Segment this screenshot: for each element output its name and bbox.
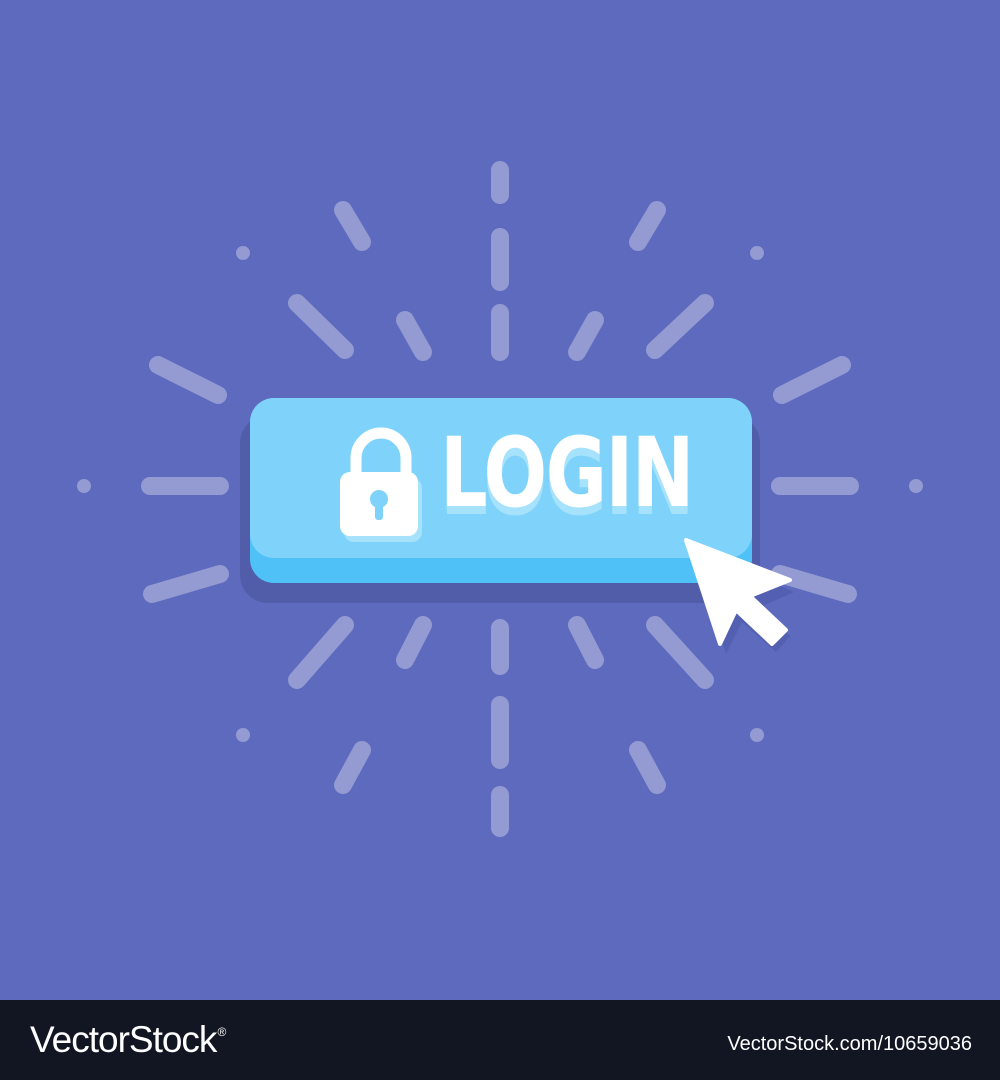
dot-top-left — [236, 246, 250, 260]
ray-top-right-outer — [629, 201, 666, 251]
illustration-canvas: LOGIN — [0, 0, 1000, 1000]
dot-left — [77, 479, 91, 493]
registered-mark: ® — [217, 1025, 226, 1039]
ray-lower-left-long — [288, 616, 354, 689]
ray-top-left-outer — [334, 201, 371, 251]
ray-right-upper — [773, 356, 851, 404]
ray-left-upper — [149, 356, 227, 404]
watermark-footer: VectorStock® VectorStock.com/10659036 — [0, 1000, 1000, 1080]
ray-top-left-inner — [396, 311, 432, 361]
dot-bottom-left — [236, 728, 250, 742]
dot-right — [909, 479, 923, 493]
ray-upper-right-long — [646, 294, 714, 359]
dot-bottom-right — [750, 728, 764, 742]
vectorstock-logo: VectorStock® — [30, 1018, 226, 1062]
padlock-icon — [340, 427, 422, 542]
mouse-pointer-icon — [684, 538, 794, 654]
ray-bottom-right-outer — [629, 741, 666, 794]
ray-left-lower — [143, 565, 229, 603]
image-credit: VectorStock.com/10659036 — [727, 1033, 972, 1055]
ray-top-right-inner — [568, 311, 604, 361]
ray-bottom-left-outer — [334, 741, 371, 794]
login-label[interactable]: LOGIN — [440, 408, 694, 538]
ray-bottom-right-inner — [568, 616, 604, 669]
dot-top-right — [750, 246, 764, 260]
ray-upper-left-long — [288, 294, 354, 359]
logo-text: VectorStock — [30, 1019, 217, 1060]
ray-bottom-left-inner — [396, 616, 432, 669]
